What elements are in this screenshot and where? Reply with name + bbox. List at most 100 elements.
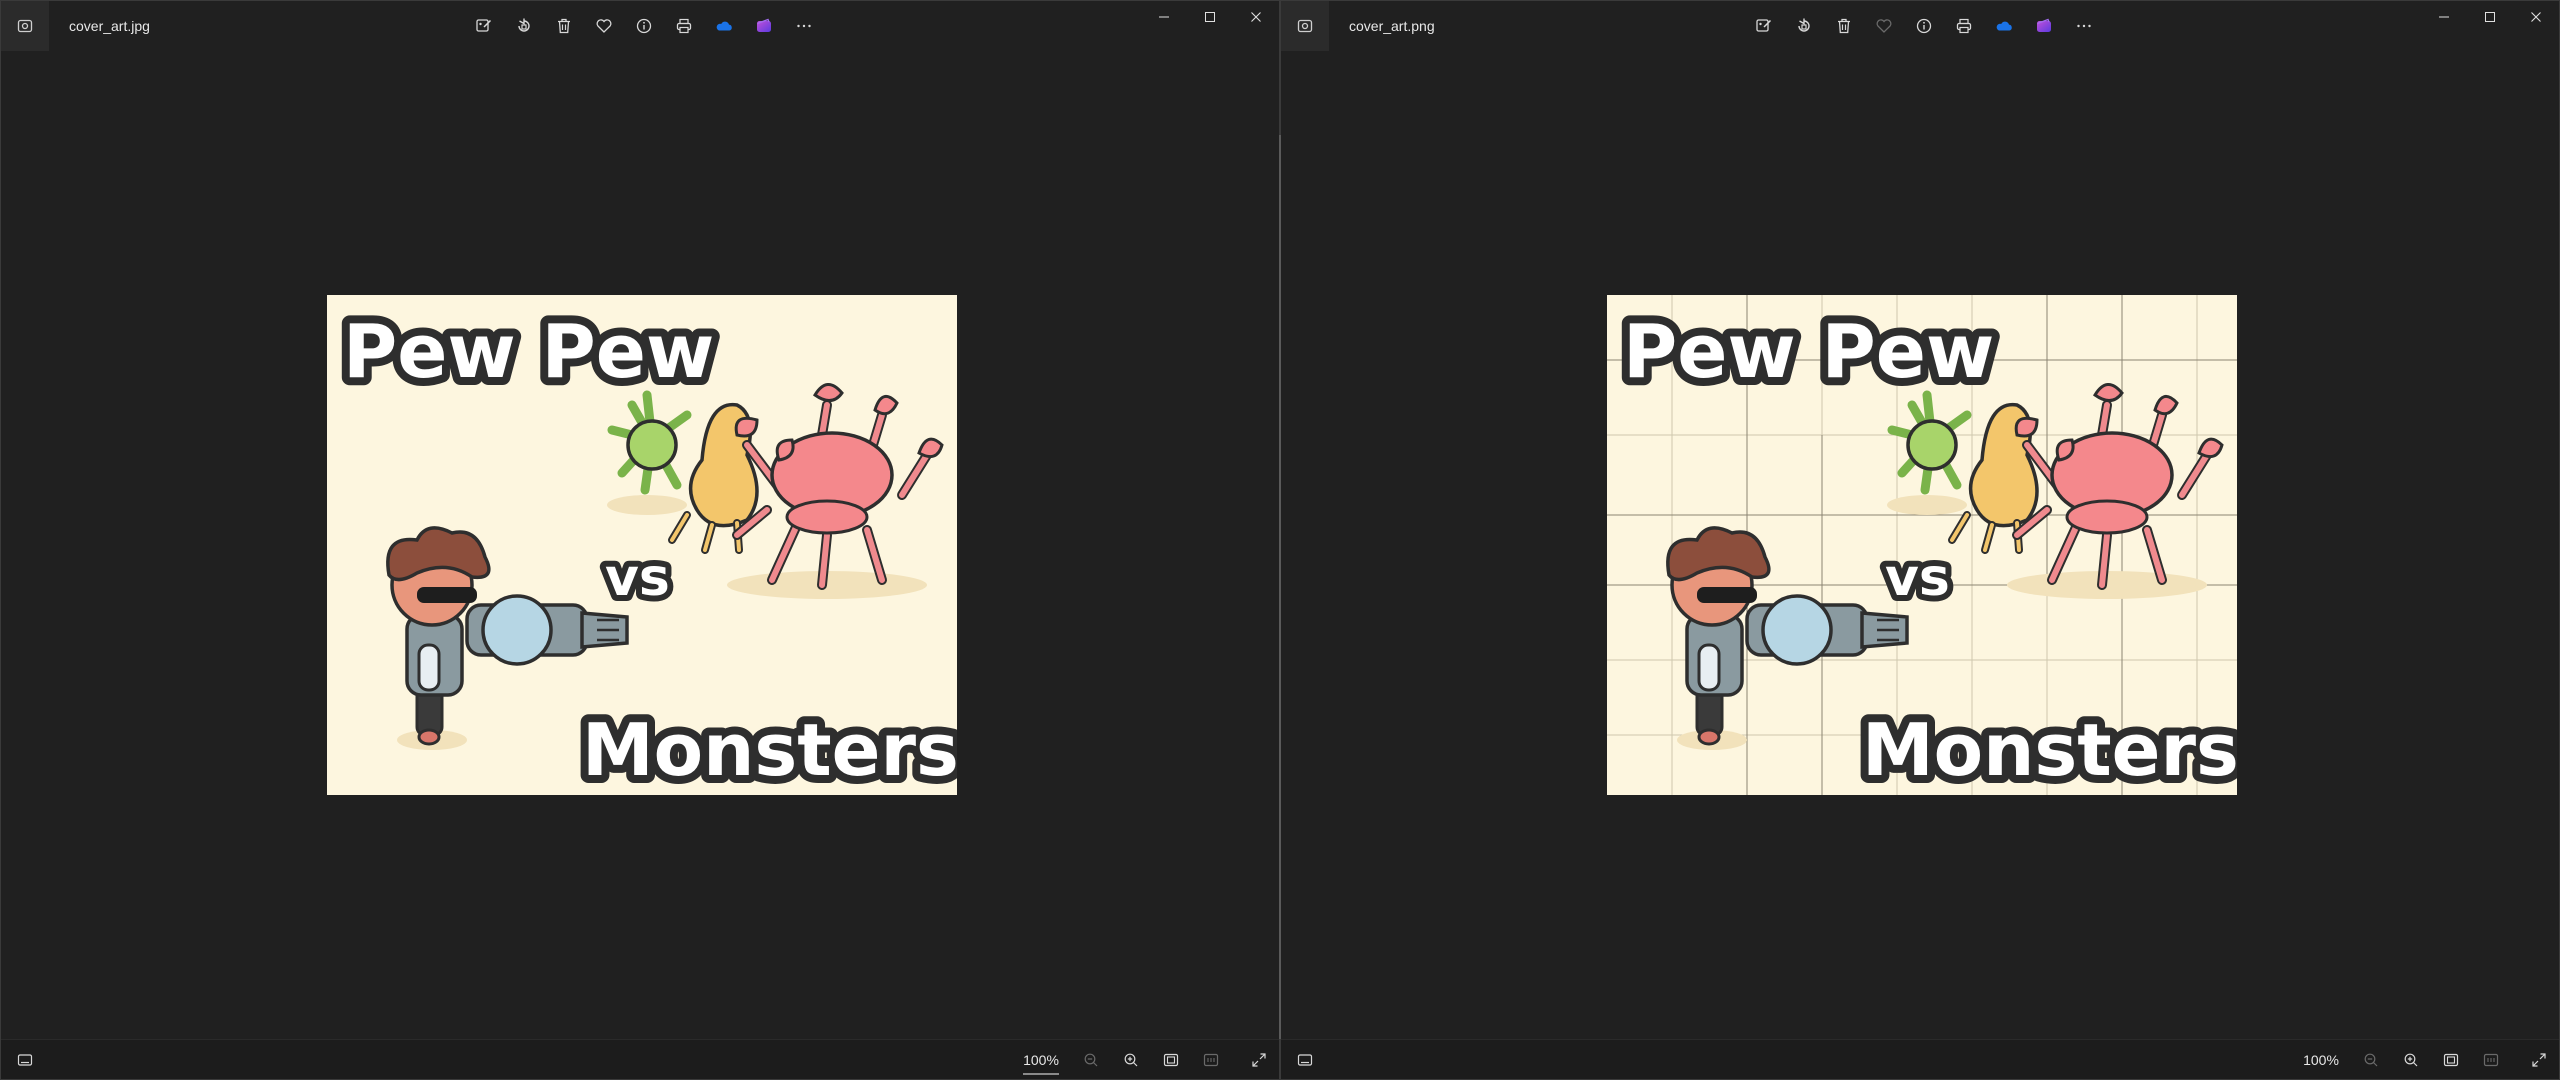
- close-icon: [1251, 12, 1261, 22]
- onedrive-icon: [716, 21, 732, 31]
- filmstrip-toggle-button[interactable]: [1289, 1044, 1321, 1076]
- delete-button[interactable]: [544, 10, 584, 42]
- expand-icon: [1252, 1053, 1266, 1067]
- filmstrip-icon: [17, 1054, 33, 1066]
- clipchamp-icon: [757, 18, 771, 32]
- zoom-level[interactable]: 100%: [2291, 1052, 2351, 1068]
- actual-size-button[interactable]: [2471, 1044, 2511, 1076]
- photos-window-right: cover_art.png Pew Pew Pew Pew vs vs Mons…: [1280, 0, 2560, 1080]
- heart-icon: [596, 19, 612, 33]
- close-icon: [2531, 12, 2541, 22]
- zoom-level-text: 100%: [2303, 1052, 2339, 1068]
- cover-art-illustration-grid: Pew Pew Pew Pew vs vs Monsters Monsters: [1607, 295, 2237, 795]
- rotate-button[interactable]: [1784, 10, 1824, 42]
- title-line1: Pew Pew: [1623, 309, 1994, 395]
- rotate-icon: [518, 18, 530, 32]
- full-screen-button[interactable]: [1239, 1044, 1279, 1076]
- zoom-level[interactable]: 100%: [1011, 1052, 1071, 1075]
- zoom-out-button[interactable]: [1071, 1044, 1111, 1076]
- delete-icon: [1838, 18, 1850, 34]
- title-line2: Monsters: [1862, 708, 2237, 792]
- close-button[interactable]: [1233, 1, 1279, 33]
- edit-icon: [1756, 19, 1772, 32]
- photos-app-icon[interactable]: [1281, 1, 1329, 51]
- onedrive-icon: [1996, 21, 2012, 31]
- cover-art-illustration: Pew Pew Pew Pew vs vs Monsters Monsters: [327, 295, 957, 795]
- fit-to-window-button[interactable]: [2431, 1044, 2471, 1076]
- file-name: cover_art.jpg: [69, 18, 150, 34]
- clipchamp-button[interactable]: [2024, 10, 2064, 42]
- status-bar: 100%: [1, 1039, 1279, 1079]
- more-icon: [2077, 24, 2091, 28]
- file-name: cover_art.png: [1349, 18, 1435, 34]
- zoom-controls: 100%: [2291, 1044, 2559, 1076]
- image-canvas[interactable]: Pew Pew Pew Pew vs vs Monsters Monsters: [1, 51, 1279, 1039]
- image-canvas[interactable]: Pew Pew Pew Pew vs vs Monsters Monsters: [1281, 51, 2559, 1039]
- zoom-out-icon: [2364, 1053, 2378, 1067]
- toolbar: [1744, 10, 2104, 42]
- favorite-button[interactable]: [1864, 10, 1904, 42]
- zoom-underline: [1023, 1073, 1059, 1075]
- info-button[interactable]: [1904, 10, 1944, 42]
- title-vs: vs: [605, 548, 670, 608]
- print-button[interactable]: [664, 10, 704, 42]
- title-line2: Monsters: [582, 708, 957, 792]
- fit-window-icon: [2443, 1053, 2459, 1067]
- zoom-out-button[interactable]: [2351, 1044, 2391, 1076]
- maximize-button[interactable]: [1187, 1, 1233, 33]
- status-bar: 100%: [1281, 1039, 2559, 1079]
- fit-window-icon: [1163, 1053, 1179, 1067]
- print-button[interactable]: [1944, 10, 1984, 42]
- zoom-in-button[interactable]: [2391, 1044, 2431, 1076]
- title-bar: cover_art.jpg: [1, 1, 1279, 51]
- cover-art-image[interactable]: Pew Pew Pew Pew vs vs Monsters Monsters: [1607, 295, 2237, 795]
- delete-button[interactable]: [1824, 10, 1864, 42]
- heart-icon: [1876, 19, 1892, 33]
- info-button[interactable]: [624, 10, 664, 42]
- zoom-out-icon: [1084, 1053, 1098, 1067]
- zoom-controls: 100%: [1011, 1044, 1279, 1076]
- minimize-icon: [1159, 16, 1169, 18]
- print-icon: [1956, 18, 1972, 34]
- minimize-icon: [2439, 16, 2449, 18]
- clipchamp-button[interactable]: [744, 10, 784, 42]
- full-screen-button[interactable]: [2519, 1044, 2559, 1076]
- title-vs: vs: [1885, 548, 1950, 608]
- rotate-button[interactable]: [504, 10, 544, 42]
- zoom-in-button[interactable]: [1111, 1044, 1151, 1076]
- onedrive-button[interactable]: [1984, 10, 2024, 42]
- title-bar: cover_art.png: [1281, 1, 2559, 51]
- maximize-button[interactable]: [2467, 1, 2513, 33]
- delete-icon: [558, 18, 570, 34]
- edit-button[interactable]: [1744, 10, 1784, 42]
- onedrive-button[interactable]: [704, 10, 744, 42]
- actual-size-icon: [2483, 1053, 2499, 1067]
- zoom-level-text: 100%: [1023, 1052, 1059, 1068]
- filmstrip-toggle-button[interactable]: [9, 1044, 41, 1076]
- edit-button[interactable]: [464, 10, 504, 42]
- window-controls: [2421, 1, 2559, 33]
- zoom-in-icon: [2404, 1053, 2418, 1067]
- maximize-icon: [2485, 12, 2495, 22]
- cover-art-image[interactable]: Pew Pew Pew Pew vs vs Monsters Monsters: [327, 295, 957, 795]
- minimize-button[interactable]: [2421, 1, 2467, 33]
- close-button[interactable]: [2513, 1, 2559, 33]
- photos-app-icon[interactable]: [1, 1, 49, 51]
- minimize-button[interactable]: [1141, 1, 1187, 33]
- actual-size-icon: [1203, 1053, 1219, 1067]
- actual-size-button[interactable]: [1191, 1044, 1231, 1076]
- fit-to-window-button[interactable]: [1151, 1044, 1191, 1076]
- toolbar: [464, 10, 824, 42]
- title-line1: Pew Pew: [343, 309, 714, 395]
- expand-icon: [2532, 1053, 2546, 1067]
- zoom-in-icon: [1124, 1053, 1138, 1067]
- rotate-icon: [1798, 18, 1810, 32]
- clipchamp-icon: [2037, 18, 2051, 32]
- maximize-icon: [1205, 12, 1215, 22]
- window-splitter[interactable]: [1279, 135, 1281, 1039]
- favorite-button[interactable]: [584, 10, 624, 42]
- info-icon: [636, 18, 652, 34]
- more-options-button[interactable]: [2064, 10, 2104, 42]
- more-options-button[interactable]: [784, 10, 824, 42]
- edit-icon: [476, 19, 492, 32]
